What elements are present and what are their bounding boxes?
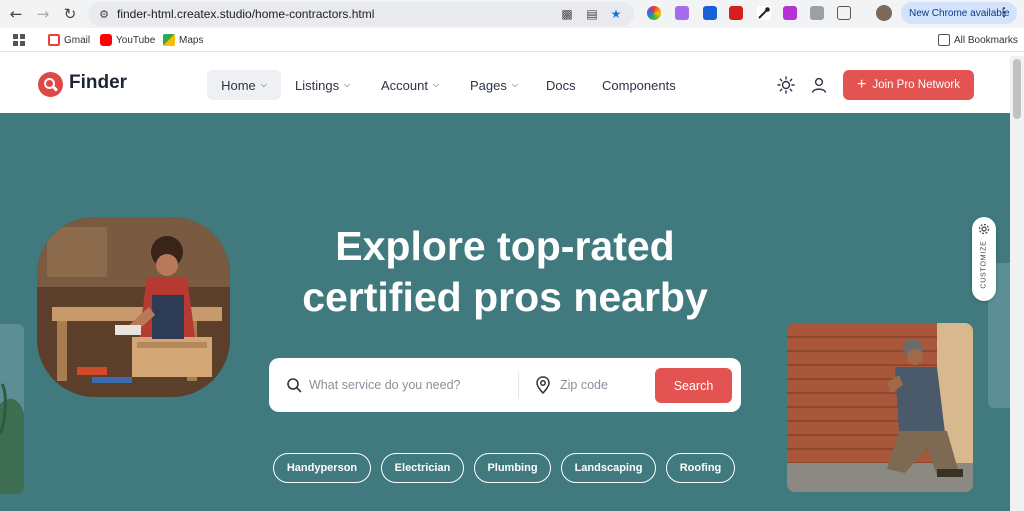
url-text: finder-html.createx.studio/home-contract… [117, 7, 375, 21]
gmail-icon [48, 34, 60, 46]
nav-account[interactable]: Account ⌵ [381, 70, 439, 100]
page-scrollbar[interactable] [1010, 56, 1024, 511]
chevron-down-icon: ⌵ [432, 80, 440, 89]
scrollbar-thumb[interactable] [1013, 59, 1021, 119]
logo-text[interactable]: Finder [69, 72, 127, 94]
new-chrome-label: New Chrome available [909, 7, 1010, 19]
bookmark-label: Gmail [64, 34, 91, 46]
category-chip-handyperson[interactable]: Handyperson [273, 453, 371, 483]
translate-icon[interactable]: ▤ [585, 7, 599, 21]
bookmarks-bar: Gmail YouTube Maps All Bookmarks [0, 28, 1024, 52]
map-pin-icon [536, 376, 550, 394]
browser-toolbar: ← → ↻ ⚙ finder-html.createx.studio/home-… [0, 0, 1024, 28]
finder-logo-icon[interactable] [38, 72, 63, 97]
bookmark-star-icon[interactable]: ★ [609, 7, 623, 21]
join-pro-network-button[interactable]: + Join Pro Network [843, 70, 974, 100]
category-chip-landscaping[interactable]: Landscaping [561, 453, 656, 483]
extension-color-icon[interactable] [647, 6, 661, 20]
nav-label: Components [602, 77, 676, 93]
bricklayer-photo [787, 323, 973, 492]
nav-listings[interactable]: Listings ⌵ [295, 70, 350, 100]
forward-icon[interactable]: → [33, 4, 53, 24]
all-bookmarks[interactable]: All Bookmarks [938, 34, 1018, 46]
category-chip-electrician[interactable]: Electrician [381, 453, 464, 483]
profile-avatar[interactable] [876, 5, 892, 21]
camera-icon[interactable] [810, 6, 824, 20]
category-chip-plumbing[interactable]: Plumbing [474, 453, 551, 483]
extension-download-icon[interactable] [783, 6, 797, 20]
nav-label: Account [381, 77, 428, 93]
extensions-puzzle-icon[interactable] [837, 6, 851, 20]
hero-section: Explore top-rated certified pros nearby … [0, 113, 1010, 511]
chevron-down-icon: ⌵ [344, 80, 351, 89]
eyedropper-icon[interactable] [757, 6, 771, 20]
nav-pages[interactable]: Pages ⌵ [470, 70, 518, 100]
maps-icon [163, 34, 175, 46]
site-settings-icon[interactable]: ⚙ [96, 6, 112, 22]
search-form: Search [269, 358, 741, 412]
nav-components[interactable]: Components [602, 70, 676, 100]
bookmark-gmail[interactable]: Gmail [48, 34, 90, 46]
nav-docs[interactable]: Docs [546, 70, 576, 100]
bookmark-label: YouTube [116, 34, 156, 46]
address-bar[interactable]: ⚙ finder-html.createx.studio/home-contra… [88, 2, 634, 26]
hero-title-line2: certified pros nearby [302, 274, 708, 320]
folder-icon [938, 34, 950, 46]
back-icon[interactable]: ← [6, 4, 26, 24]
new-chrome-button[interactable]: New Chrome available ⋮ [901, 2, 1017, 24]
site-header: Finder Home ⌵ Listings ⌵ Account ⌵ Pages ⌵ D… [0, 56, 1010, 113]
bookmark-label: Maps [179, 34, 204, 46]
search-icon [287, 378, 302, 393]
customize-label: CUSTOMIZE [980, 240, 988, 289]
extension-purple-icon[interactable] [675, 6, 689, 20]
bookmark-maps[interactable]: Maps [163, 34, 203, 46]
left-decorative-image [0, 324, 24, 494]
chevron-down-icon: ⌵ [511, 80, 518, 89]
nav-home[interactable]: Home ⌵ [207, 70, 281, 100]
sun-icon[interactable] [777, 76, 795, 94]
search-divider [518, 372, 519, 398]
hero-title-line1: Explore top-rated [335, 223, 675, 269]
extension-flash-icon[interactable] [729, 6, 743, 20]
nav-label: Pages [470, 77, 507, 93]
nav-label: Home [221, 77, 256, 93]
woodworker-photo [37, 217, 230, 397]
youtube-icon [100, 34, 112, 46]
service-search-input[interactable] [309, 375, 514, 395]
chevron-down-icon: ⌵ [260, 80, 267, 89]
nav-label: Listings [295, 77, 340, 93]
all-bookmarks-label: All Bookmarks [954, 34, 1018, 46]
user-icon[interactable] [810, 76, 828, 94]
hero-title: Explore top-rated certified pros nearby [210, 221, 800, 323]
extension-blue-icon[interactable] [703, 6, 717, 20]
plus-icon: + [857, 76, 867, 93]
install-icon[interactable]: ▩ [560, 7, 574, 21]
reload-icon[interactable]: ↻ [60, 4, 80, 24]
bookmark-youtube[interactable]: YouTube [100, 34, 155, 46]
apps-grid-icon[interactable] [13, 34, 25, 46]
join-label: Join Pro Network [872, 79, 960, 91]
zip-code-input[interactable] [560, 375, 645, 395]
search-button[interactable]: Search [655, 368, 732, 403]
nav-label: Docs [546, 77, 576, 93]
category-chip-roofing[interactable]: Roofing [666, 453, 735, 483]
customize-tab[interactable]: CUSTOMIZE [972, 217, 996, 301]
kebab-menu-icon[interactable]: ⋮ [998, 5, 1010, 19]
